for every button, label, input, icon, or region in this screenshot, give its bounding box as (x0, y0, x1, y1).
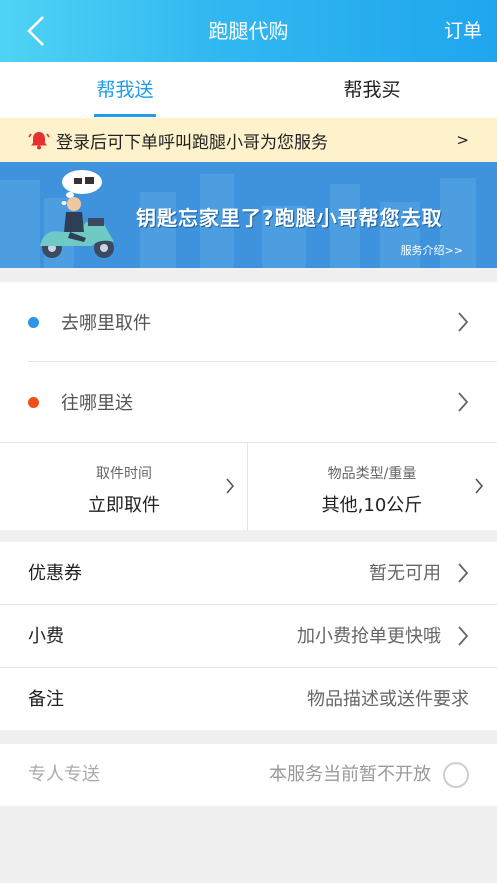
top-bar: 跑腿代购 订单 (0, 0, 497, 62)
remark-label: 备注 (28, 689, 64, 710)
item-type-caption: 物品类型/重量 (327, 466, 417, 482)
tab-bar: 帮我送 帮我买 (0, 62, 497, 118)
chevron-right-icon (226, 478, 235, 494)
chevron-right-icon (475, 478, 484, 494)
pickup-time-value: 立即取件 (88, 495, 160, 516)
pickup-time-caption: 取件时间 (96, 466, 152, 482)
exclusive-delivery-row: 专人专送 本服务当前暂不开放 (0, 744, 497, 806)
exclusive-delivery-status: 本服务当前暂不开放 (269, 764, 431, 785)
pickup-time-selector[interactable]: 取件时间 立即取件 (0, 443, 248, 531)
delivery-address-label: 往哪里送 (61, 393, 133, 414)
tab-buy-for-me[interactable]: 帮我买 (312, 62, 432, 118)
item-type-selector[interactable]: 物品类型/重量 其他,10公斤 (248, 443, 496, 531)
notice-text: 登录后可下单呼叫跑腿小哥为您服务 (56, 132, 328, 153)
tip-row[interactable]: 小费 加小费抢单更快哦 (0, 605, 497, 668)
bell-icon (28, 132, 50, 150)
tip-value: 加小费抢单更快哦 (297, 626, 441, 647)
chevron-right-icon (458, 626, 469, 646)
order-options: 优惠券 暂无可用 小费 加小费抢单更快哦 备注 物品描述或送件要求 (0, 542, 497, 730)
coupon-label: 优惠券 (28, 563, 82, 584)
coupon-value: 暂无可用 (369, 563, 441, 584)
login-notice-bar[interactable]: 登录后可下单呼叫跑腿小哥为您服务 > (0, 118, 497, 162)
delivery-dot-icon (28, 396, 39, 408)
chevron-right-icon (458, 563, 469, 583)
tab-send-for-me[interactable]: 帮我送 (65, 62, 185, 118)
notice-arrow: > (456, 131, 469, 149)
service-intro-link[interactable]: 服务介绍>> (401, 242, 463, 258)
active-tab-indicator (94, 114, 156, 117)
coupon-row[interactable]: 优惠券 暂无可用 (0, 542, 497, 605)
delivery-address-row[interactable]: 往哪里送 (0, 362, 497, 442)
orders-button[interactable]: 订单 (444, 0, 482, 62)
banner-headline: 钥匙忘家里了?跑腿小哥帮您去取 (136, 206, 443, 230)
chevron-right-icon (458, 312, 469, 332)
pickup-details: 取件时间 立即取件 物品类型/重量 其他,10公斤 (0, 442, 497, 531)
remark-input[interactable]: 物品描述或送件要求 (307, 668, 469, 731)
address-section: 去哪里取件 往哪里送 (0, 282, 497, 442)
pickup-dot-icon (28, 316, 39, 328)
pickup-address-row[interactable]: 去哪里取件 (0, 282, 497, 362)
chevron-right-icon (458, 392, 469, 412)
item-type-value: 其他,10公斤 (321, 495, 423, 516)
exclusive-delivery-radio[interactable] (443, 762, 469, 788)
page-title: 跑腿代购 (208, 19, 289, 43)
pickup-address-label: 去哪里取件 (61, 313, 151, 334)
tip-label: 小费 (28, 626, 64, 647)
promo-banner[interactable]: 钥匙忘家里了?跑腿小哥帮您去取 服务介绍>> (0, 162, 497, 268)
exclusive-delivery-label: 专人专送 (28, 764, 100, 785)
remark-row[interactable]: 备注 物品描述或送件要求 (0, 668, 497, 731)
